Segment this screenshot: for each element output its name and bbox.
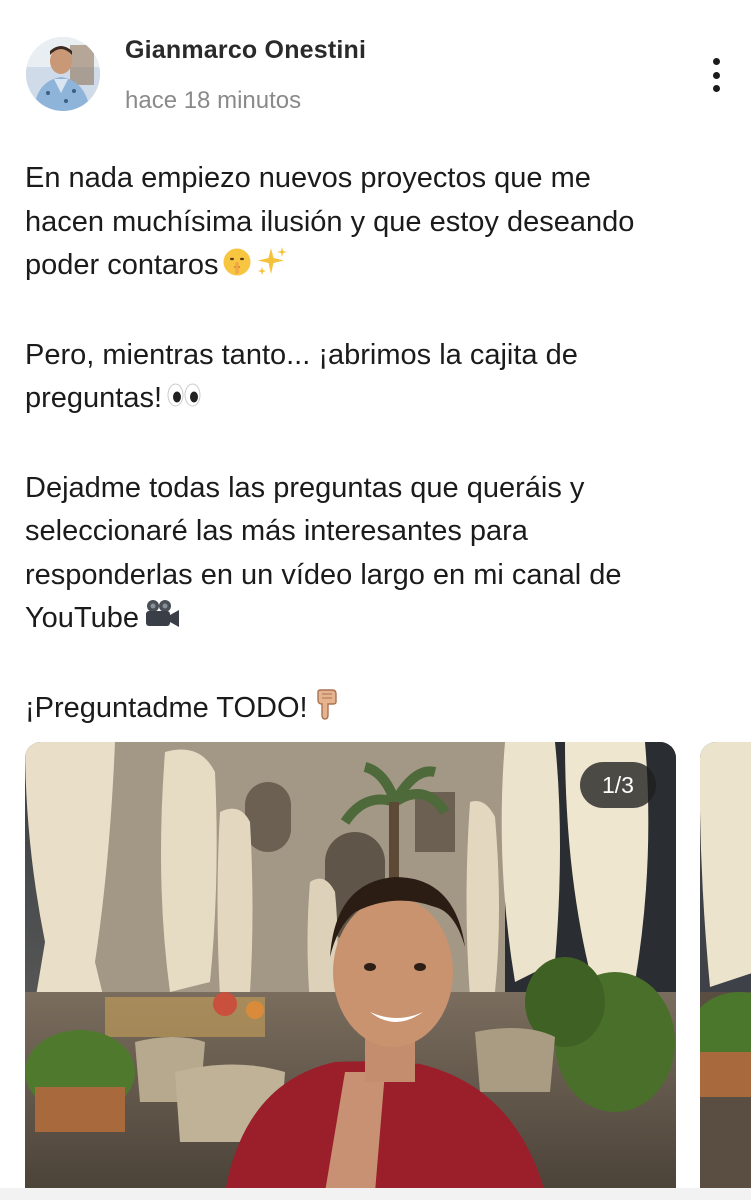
photo-counter-badge: 1/3 xyxy=(580,762,656,808)
more-vertical-icon-dot xyxy=(712,85,720,92)
video-camera-emoji xyxy=(143,598,181,644)
text-line: poder contaros xyxy=(25,244,725,291)
post-timestamp: hace 18 minutos xyxy=(125,87,302,114)
text-line: Dejadme todas las preguntas que queráis … xyxy=(25,471,585,504)
more-vertical-icon xyxy=(712,58,720,65)
text-line-content: ¡Preguntadme TODO! xyxy=(25,691,308,724)
text-line: responderlas en un vídeo largo en mi can… xyxy=(25,558,622,591)
post-paragraph: Dejadme todas las preguntas que queráis … xyxy=(25,467,725,644)
photo-image xyxy=(25,742,676,1192)
text-line: preguntas! xyxy=(25,377,725,424)
pointing-down-emoji xyxy=(312,688,342,734)
carousel-photo-next[interactable] xyxy=(700,742,751,1192)
text-line: Pero, mientras tanto... ¡abrimos la caji… xyxy=(25,338,578,371)
author-name[interactable]: Gianmarco Onestini xyxy=(125,36,366,65)
text-line: YouTube xyxy=(25,597,725,644)
text-line: hacen muchísima ilusión y que estoy dese… xyxy=(25,205,635,238)
text-line-content: YouTube xyxy=(25,602,139,634)
avatar-photo xyxy=(26,37,100,111)
text-line: ¡Preguntadme TODO! xyxy=(25,687,725,734)
post-body: En nada empiezo nuevos proyectos que me … xyxy=(25,157,725,776)
text-line-content: poder contaros xyxy=(25,249,219,281)
post-header: Gianmarco Onestini hace 18 minutos xyxy=(0,0,751,130)
text-line: seleccionaré las más interesantes para xyxy=(25,515,528,547)
eyes-emoji xyxy=(166,380,202,424)
sparkles-emoji xyxy=(256,245,288,291)
photo-image-next xyxy=(700,742,751,1192)
more-vertical-icon-dot xyxy=(712,71,720,79)
post-paragraph: En nada empiezo nuevos proyectos que me … xyxy=(25,157,725,291)
bottom-edge xyxy=(0,1188,751,1200)
text-line: En nada empiezo nuevos proyectos que me xyxy=(25,162,591,194)
text-line-content: preguntas! xyxy=(25,382,163,414)
post-screen: Gianmarco Onestini hace 18 minutos En na… xyxy=(0,0,751,1200)
post-paragraph: Pero, mientras tanto... ¡abrimos la caji… xyxy=(25,334,725,424)
post-paragraph: ¡Preguntadme TODO! xyxy=(25,687,725,734)
more-options-button[interactable] xyxy=(698,50,734,100)
shushing-face-emoji xyxy=(222,247,252,291)
carousel-photo[interactable] xyxy=(25,742,676,1192)
image-carousel[interactable]: 1/3 xyxy=(0,742,751,1200)
author-avatar[interactable] xyxy=(26,37,100,111)
